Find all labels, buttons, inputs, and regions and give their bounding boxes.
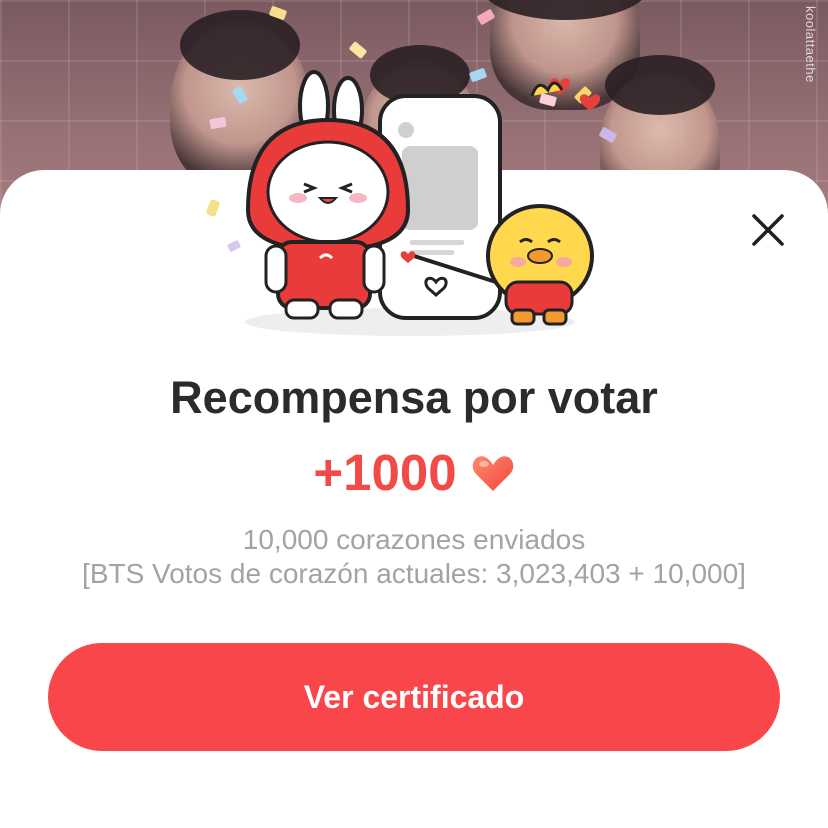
reward-row: +1000 [0,443,828,502]
reward-amount: +1000 [313,444,457,501]
watermark: koolattaethe [803,6,818,83]
heart-icon [472,455,513,491]
close-button[interactable] [744,206,792,254]
view-certificate-label: Ver certificado [303,678,525,715]
votes-summary-text: [BTS Votos de corazón actuales: 3,023,40… [82,558,746,589]
hearts-sent-text: 10,000 corazones enviados [242,524,586,555]
modal-title: Recompensa por votar [170,372,658,423]
close-icon [752,214,784,246]
mascot-illustration [206,70,601,336]
view-certificate-button[interactable]: Ver certificado [48,643,780,751]
person-hair [605,55,715,115]
